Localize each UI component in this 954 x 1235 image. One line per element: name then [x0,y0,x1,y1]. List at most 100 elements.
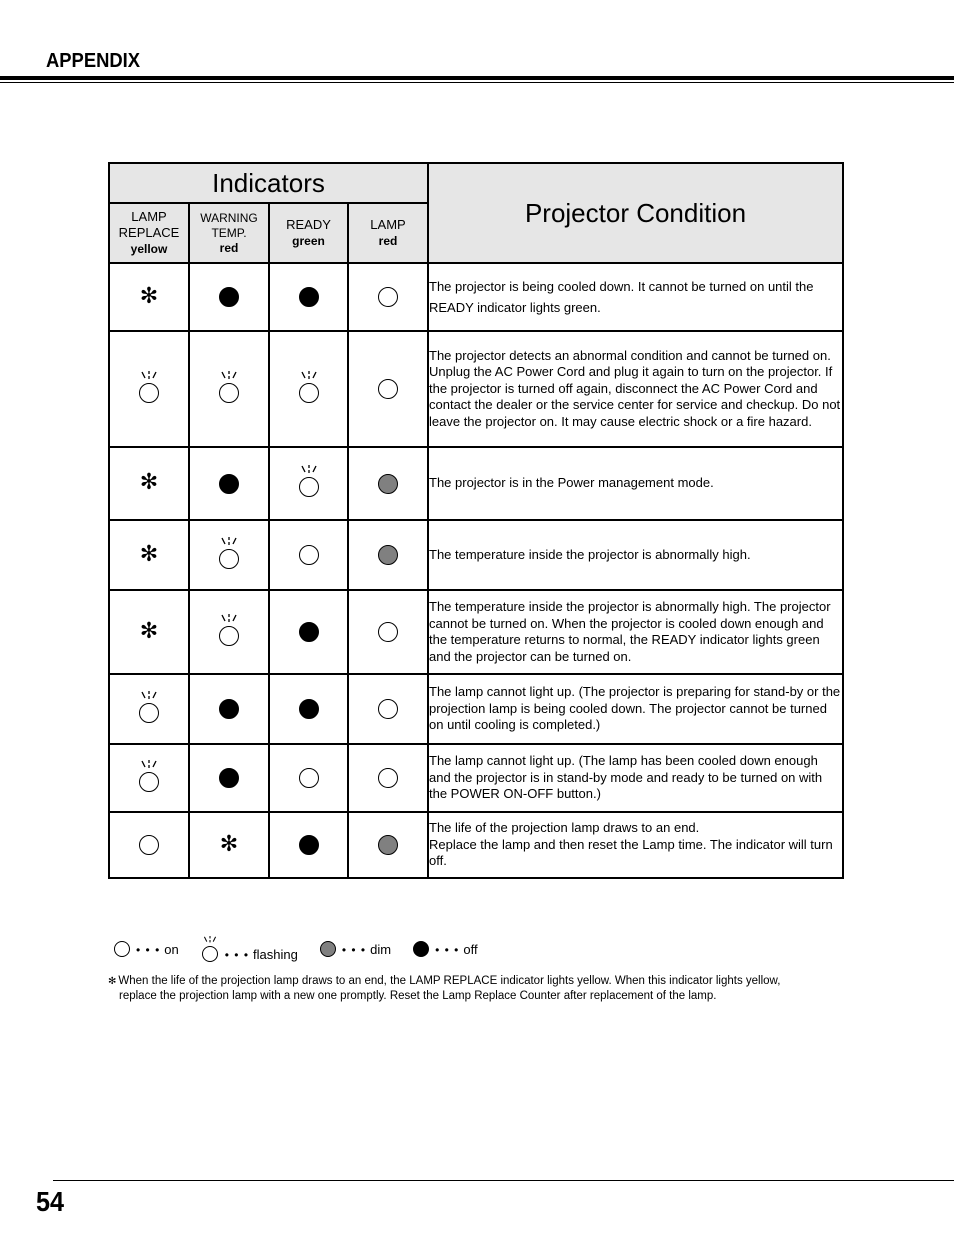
column-name-line1: LAMP [131,209,167,224]
condition-description: The temperature inside the projector is … [427,519,844,591]
flash-rays-icon [221,613,237,622]
legend-dots: • • • [136,943,161,957]
legend-label: on [164,942,179,957]
condition-description: The projector is in the Power management… [427,446,844,521]
flash-rays-icon [203,936,216,943]
flash-rays-icon [221,536,237,545]
indicator-cell [268,262,349,332]
led-circle [139,771,159,792]
indicator-cell [268,446,349,521]
column-header: READY green [268,202,349,264]
indicator-cell [108,673,190,745]
indicator-cell: ✻ [108,589,190,675]
indicator-dim-icon [319,941,336,957]
table-row: The lamp cannot light up. (The projector… [108,673,844,745]
column-name-line2: REPLACE [118,225,180,240]
indicator-on-icon [378,287,398,307]
footnote: ✻ When the life of the projection lamp dr… [108,974,858,1004]
indicator-cell [268,330,349,448]
indicator-on-icon [298,768,319,788]
indicator-cell [188,519,270,591]
column-name-line1: WARNING [200,210,258,225]
flash-rays-icon [300,370,317,379]
indicator-cell [347,519,429,591]
led-circle [298,382,319,403]
legend-dots: • • • [435,943,460,957]
indicator-cell [347,673,429,745]
indicator-on-icon [298,545,319,565]
asterisk-icon: ✻ [139,283,159,309]
asterisk-icon: ✻ [139,618,159,644]
column-color: green [292,234,325,248]
led-circle [139,702,159,723]
table-row: ✻ The projector is in the Power managemen… [108,446,844,521]
led-circle [139,382,159,403]
indicator-cell: ✻ [108,446,190,521]
indicator-table: Indicators Projector Condition LAMP REPLA… [108,162,844,879]
indicator-cell [268,519,349,591]
condition-description: The projector detects an abnormal condit… [427,330,844,448]
indicator-dim-icon [378,835,398,855]
indicator-cell [268,589,349,675]
column-name-line1: READY [286,217,331,232]
legend-label: off [463,942,478,957]
indicator-cell [108,330,190,448]
indicator-flashing-icon [218,536,240,569]
indicator-off-icon [413,941,430,957]
indicator-dim-icon [378,545,398,565]
page-number: 54 [36,1186,65,1217]
table-row: ✻ The projector is being cooled down. It … [108,262,844,332]
indicator-flashing-icon [218,613,240,646]
indicator-cell [347,589,429,675]
led-circle [298,477,319,497]
flash-rays-icon [221,370,237,379]
indicator-cell [188,673,270,745]
indicator-off-icon [219,699,239,719]
led-circle [219,382,239,403]
legend-item-dim: • • • dim [319,941,391,957]
section-title: APPENDIX [46,50,141,72]
condition-header: Projector Condition [427,162,844,264]
legend: • • • on • • • flashing • • • dim • • • off [114,936,500,962]
indicator-cell [268,811,349,879]
indicator-cell [188,589,270,675]
led-circle [219,548,239,569]
asterisk-icon: ✻ [139,541,159,567]
flash-rays-icon [300,465,317,473]
indicator-cell [108,811,190,879]
table-row: The projector detects an abnormal condit… [108,330,844,448]
indicator-flashing-icon [218,370,240,403]
indicator-on-icon [378,768,398,788]
indicator-cell [188,743,270,813]
led-circle [219,625,239,646]
header-rule-thin [0,82,954,83]
asterisk-icon: ✻ [108,976,117,987]
indicator-cell [188,262,270,332]
indicator-cell [268,673,349,745]
indicator-flashing-icon [298,465,320,497]
legend-item-flashing: • • • flashing [201,936,298,962]
condition-description: The lamp cannot light up. (The projector… [427,673,844,745]
indicator-on-icon [378,622,398,642]
legend-item-on: • • • on [114,941,179,957]
indicator-cell [347,811,429,879]
indicator-cell [108,743,190,813]
led-circle [201,946,218,962]
indicator-flashing-icon [138,759,160,792]
flash-rays-icon [141,370,157,379]
table-row: ✻ The temperature inside the projector is… [108,519,844,591]
column-name-line2: TEMP. [211,225,247,240]
footnote-line-2: replace the projection lamp with a new o… [119,990,717,1002]
indicator-flashing-icon [138,690,160,723]
legend-dots: • • • [224,948,250,962]
column-color: yellow [130,242,168,256]
indicator-on-icon [114,941,130,957]
column-header: LAMP red [347,202,429,264]
indicator-flashing-icon [201,936,219,962]
footnote-line-1: When the life of the projection lamp dra… [118,975,781,987]
condition-description: The life of the projection lamp draws to… [427,811,844,879]
indicator-off-icon [298,622,319,642]
indicator-cell: ✻ [188,811,270,879]
indicator-off-icon [298,699,319,719]
column-color: red [219,240,239,255]
